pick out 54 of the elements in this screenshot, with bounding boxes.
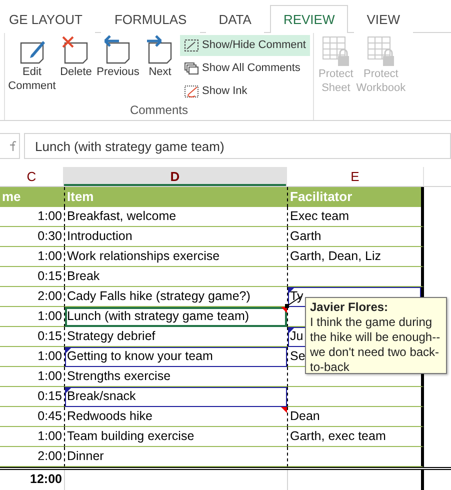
edit-comment-button[interactable]: Edit Comment xyxy=(8,34,56,104)
header-cell: Facilitator xyxy=(287,187,424,207)
table-cell: Exec team xyxy=(287,207,424,227)
previous-comment-button[interactable]: Previous xyxy=(96,34,140,104)
table-cell: Dinner xyxy=(64,447,287,467)
delete-comment-button[interactable]: Delete xyxy=(58,34,94,104)
table-cell: 1:00 xyxy=(0,347,64,367)
show-hide-comment-icon xyxy=(184,38,199,52)
table-cell: Breakfast, welcome xyxy=(64,207,287,227)
header-cell: me xyxy=(0,187,64,207)
locked-sheet-icon xyxy=(320,34,351,67)
next-comment-button[interactable]: Next xyxy=(142,34,178,104)
table-cell: 0:15 xyxy=(0,387,64,407)
table-cell: Break xyxy=(64,267,287,287)
table-cell: 1:00 xyxy=(0,207,64,227)
column-header[interactable]: E xyxy=(287,167,424,187)
column-header[interactable]: D xyxy=(64,167,287,187)
table-cell: Work relationships exercise xyxy=(64,247,287,267)
show-ink-icon xyxy=(184,84,199,98)
table-cell: 0:30 xyxy=(0,227,64,247)
table-cell: 0:45 xyxy=(0,407,64,427)
total-cell-text: 12:00 xyxy=(29,471,63,488)
show-all-comments-icon xyxy=(184,62,199,75)
group-label: Comments xyxy=(128,103,189,120)
formula-field[interactable]: Lunch (with strategy game team) xyxy=(24,133,451,159)
table-cell: Break/snack xyxy=(64,387,287,407)
function-icon xyxy=(9,140,17,152)
locked-sheet-icon xyxy=(366,34,396,67)
showall-button[interactable]: Show All Comments xyxy=(180,58,310,79)
header-cell: Item xyxy=(64,187,287,207)
table-cell: Garth, exec team xyxy=(287,427,424,447)
table-cell: 0:15 xyxy=(0,327,64,347)
table-cell: Dean xyxy=(287,407,424,427)
table-cell: 2:00 xyxy=(0,287,64,307)
table-cell: 1:00 xyxy=(0,367,64,387)
table-cell: 1:00 xyxy=(0,247,64,267)
ribbon-tab[interactable]: REVIEW xyxy=(270,4,348,33)
table-cell: Redwoods hike xyxy=(64,407,287,427)
table-cell: Strengths exercise xyxy=(64,367,287,387)
table-cell: 1:00 xyxy=(0,307,64,327)
table-cell: 0:15 xyxy=(0,267,64,287)
table-cell: Garth, Dean, Liz xyxy=(287,247,424,267)
showhide-button[interactable]: Show/Hide Comment xyxy=(180,34,310,56)
table-cell: 2:00 xyxy=(0,447,64,467)
table-cell: Garth xyxy=(287,227,424,247)
ink-button[interactable]: Show Ink xyxy=(180,80,310,102)
table-cell: Team building exercise xyxy=(64,427,287,447)
table-cell: Lunch (with strategy game team) xyxy=(64,307,287,327)
table-cell: Introduction xyxy=(64,227,287,247)
table-cell: Cady Falls hike (strategy game?) xyxy=(64,287,287,307)
table-cell: Getting to know your team xyxy=(64,347,287,367)
column-header[interactable]: C xyxy=(0,167,64,187)
table-cell: 1:00 xyxy=(0,427,64,447)
table-cell: Strategy debrief xyxy=(64,327,287,347)
